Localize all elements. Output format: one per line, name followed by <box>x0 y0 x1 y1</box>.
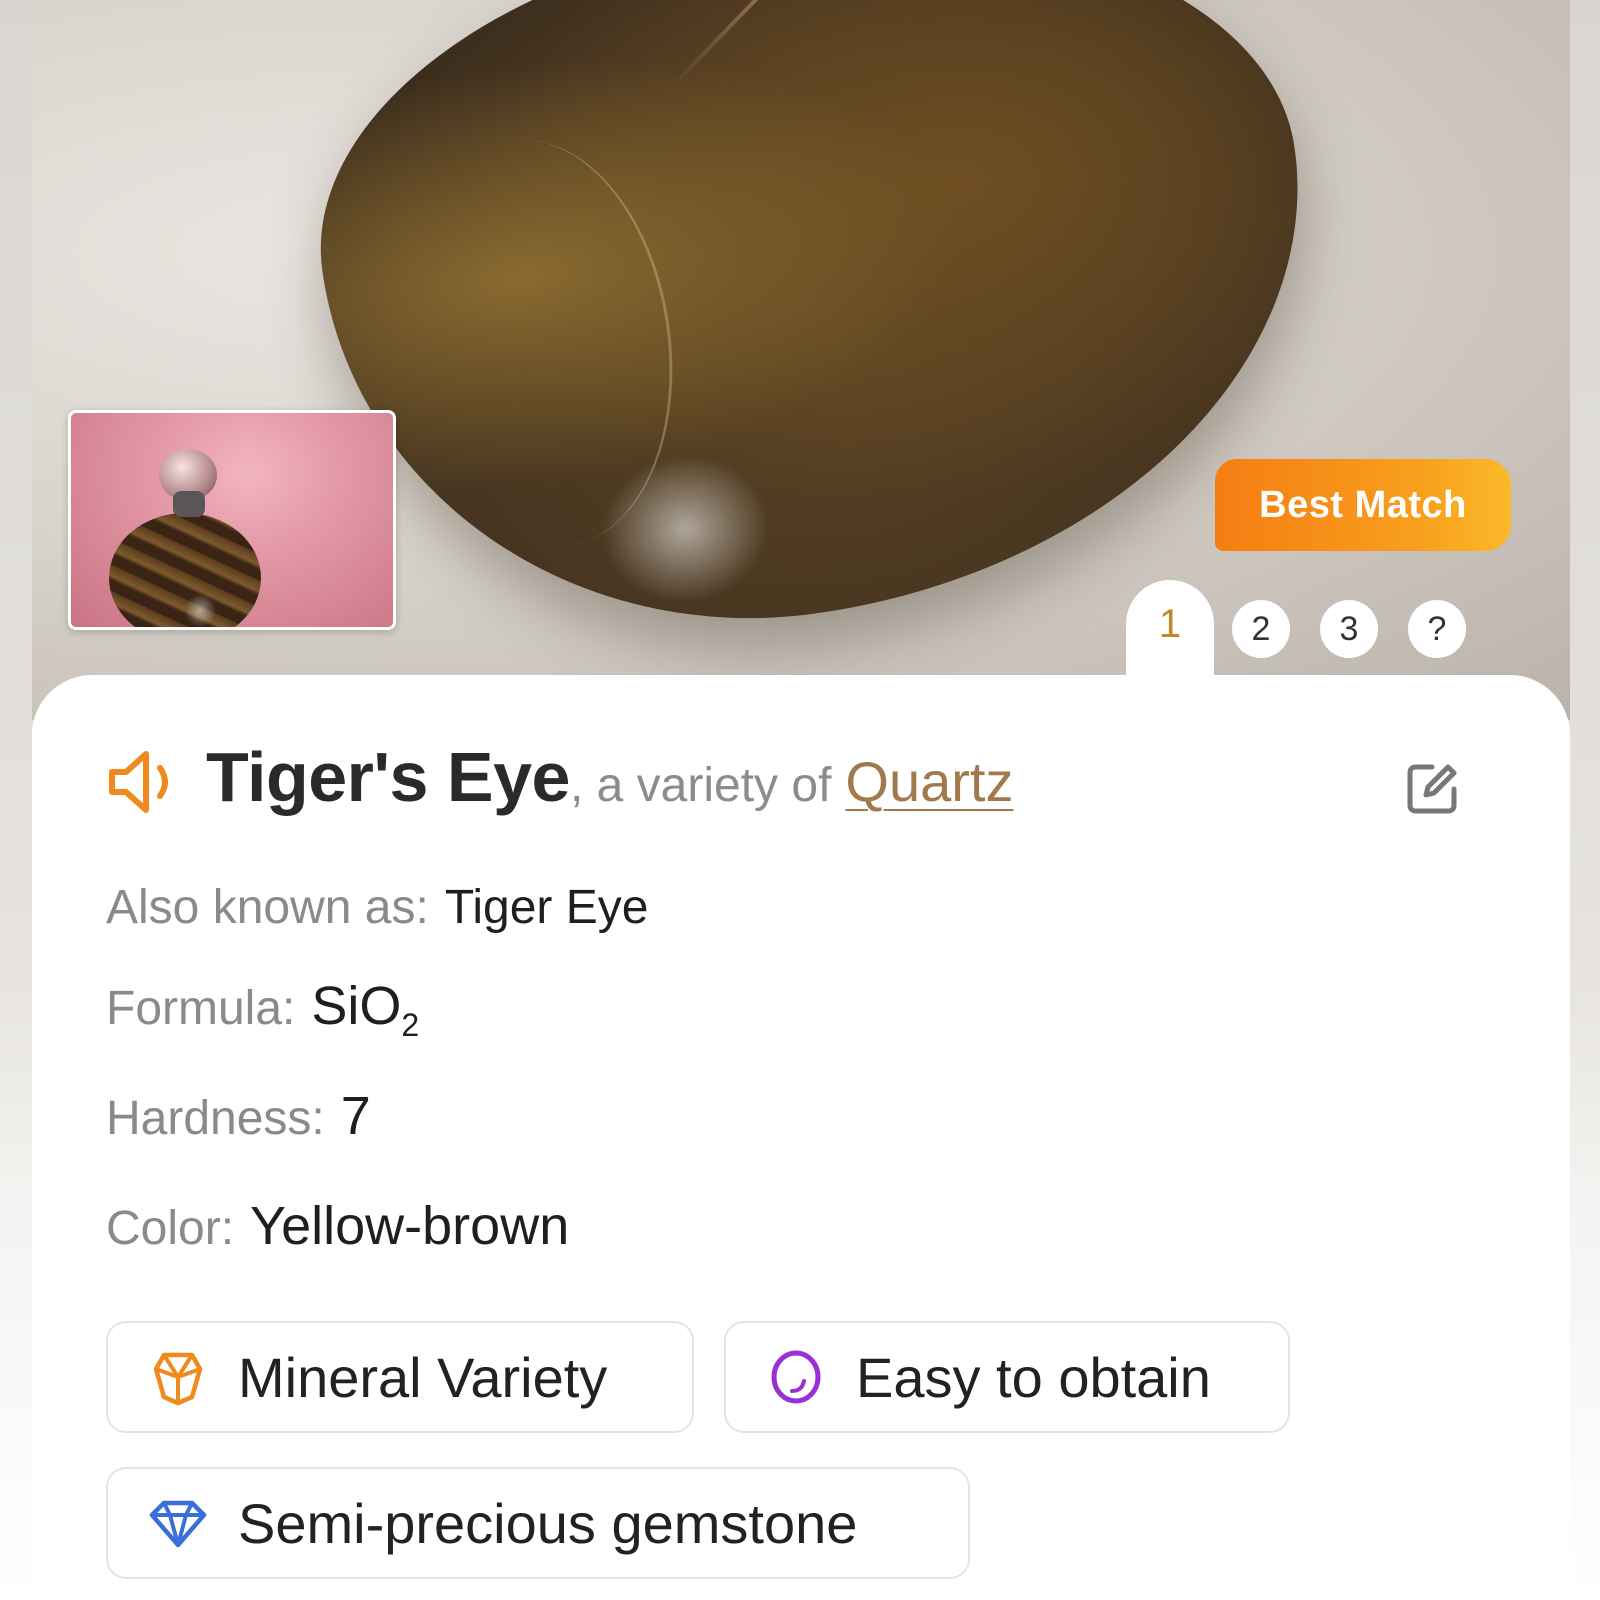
tab-result-3[interactable]: 3 <box>1320 600 1378 658</box>
tab-result-2[interactable]: 2 <box>1232 600 1290 658</box>
edit-icon[interactable] <box>1404 761 1460 817</box>
color-label: Color: <box>106 1202 235 1255</box>
chip-semi-precious[interactable]: Semi-precious gemstone <box>106 1467 970 1579</box>
variety-link[interactable]: Quartz <box>845 749 1013 814</box>
aka-label: Also known as: <box>106 881 429 934</box>
hardness-label: Hardness: <box>106 1092 325 1145</box>
tab-help[interactable]: ? <box>1408 600 1466 658</box>
result-tabs: 1 2 3 ? <box>1120 580 1480 684</box>
color-value: Yellow-brown <box>250 1196 570 1256</box>
stone-image <box>284 0 1350 675</box>
chip-easy-to-obtain[interactable]: Easy to obtain <box>724 1321 1290 1433</box>
info-card: Tiger's Eye , a variety of Quartz Also k… <box>32 675 1570 1600</box>
color-row: Color: Yellow-brown <box>106 1195 569 1257</box>
bead-image <box>109 513 261 627</box>
title-row: Tiger's Eye , a variety of Quartz <box>106 737 1013 827</box>
mineral-name: Tiger's Eye <box>206 738 570 816</box>
identify-result-screen: Best Match Tiger's Eye , a variety of Qu… <box>0 0 1600 1600</box>
formula-value: SiO2 <box>311 975 419 1044</box>
formula-base: SiO <box>311 976 402 1036</box>
chip-mineral-variety[interactable]: Mineral Variety <box>106 1321 694 1433</box>
variety-prefix: , a variety of <box>569 759 832 812</box>
user-photo-thumbnail[interactable] <box>68 410 396 630</box>
chip-label: Easy to obtain <box>856 1345 1211 1409</box>
formula-subscript: 2 <box>401 1006 420 1043</box>
tab-result-1[interactable]: 1 <box>1126 580 1214 684</box>
hardness-value: 7 <box>340 1086 371 1146</box>
speaker-icon[interactable] <box>106 746 186 818</box>
aka-row: Also known as: Tiger Eye <box>106 880 648 935</box>
hardness-row: Hardness: 7 <box>106 1085 371 1147</box>
easy-icon <box>771 1350 821 1404</box>
chip-label: Semi-precious gemstone <box>238 1491 858 1555</box>
chip-label: Mineral Variety <box>238 1345 608 1409</box>
gem-icon <box>149 1500 207 1548</box>
formula-label: Formula: <box>106 982 296 1035</box>
crystal-icon <box>153 1352 203 1406</box>
aka-value: Tiger Eye <box>444 881 649 934</box>
best-match-badge: Best Match <box>1215 459 1511 551</box>
bead-ring-image <box>173 491 205 517</box>
formula-row: Formula: SiO2 <box>106 975 419 1044</box>
